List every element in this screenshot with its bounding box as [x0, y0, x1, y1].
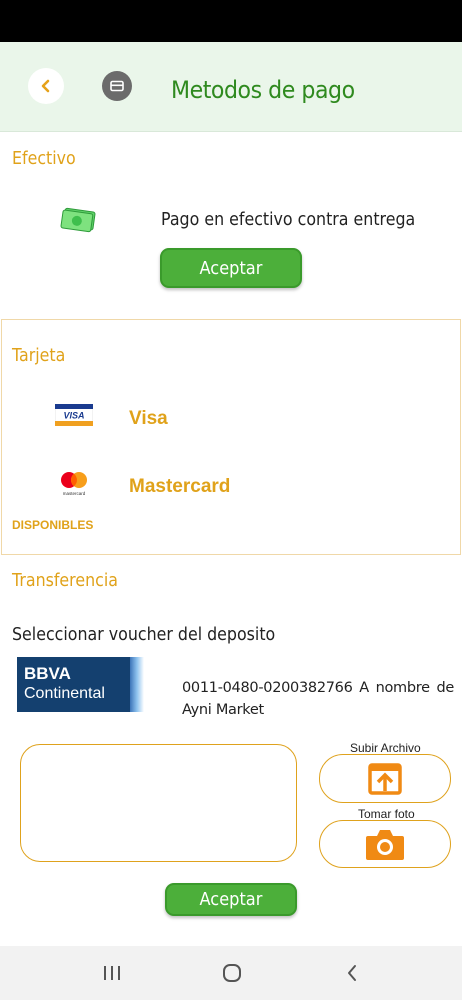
voucher-label: Seleccionar voucher del deposito: [12, 624, 276, 645]
camera-icon: [366, 830, 404, 860]
status-bar: [0, 0, 462, 42]
efectivo-accept-button[interactable]: Aceptar: [160, 248, 302, 288]
home-button[interactable]: [220, 960, 244, 986]
upload-file-button[interactable]: [319, 754, 451, 803]
tarjeta-title: Tarjeta: [12, 345, 66, 366]
card-button[interactable]: [102, 71, 132, 101]
account-info: 0011-0480-0200382766 A nombre de Ayni Ma…: [182, 680, 454, 718]
system-nav-bar: [0, 946, 462, 1000]
transferencia-accept-button[interactable]: Aceptar: [165, 883, 297, 916]
visa-logo-text: VISA: [63, 411, 84, 421]
upload-label: Subir Archivo: [350, 741, 421, 755]
mastercard-label: Mastercard: [129, 476, 231, 497]
transferencia-accept-label: Aceptar: [199, 889, 263, 910]
transferencia-title: Transferencia: [12, 570, 118, 591]
nav-back-button[interactable]: [342, 960, 362, 986]
cash-icon: [60, 207, 96, 233]
visa-logo: VISA: [55, 404, 93, 426]
back-icon: [348, 965, 356, 981]
recent-apps-button[interactable]: [101, 960, 123, 986]
bbva-logo: BBVA Continental: [17, 657, 144, 712]
photo-label: Tomar foto: [358, 807, 415, 821]
efectivo-title: Efectivo: [12, 148, 76, 169]
bbva-logo-stripe: [130, 657, 144, 712]
mastercard-logo: mastercard: [61, 472, 87, 496]
visa-label: Visa: [129, 408, 168, 429]
chevron-left-icon: [41, 79, 50, 93]
efectivo-accept-label: Aceptar: [199, 257, 263, 279]
mastercard-logo-text: mastercard: [63, 491, 86, 496]
recent-apps-icon: [104, 966, 120, 980]
voucher-preview[interactable]: [20, 744, 297, 862]
status-badge: DISPONIBLES: [12, 518, 94, 532]
take-photo-button[interactable]: [319, 820, 451, 868]
cash-description: Pago en efectivo contra entrega: [161, 209, 416, 230]
bbva-logo-line1: BBVA: [24, 664, 71, 683]
upload-icon: [368, 762, 402, 795]
bbva-logo-line2: Continental: [24, 685, 105, 702]
back-button[interactable]: [28, 68, 64, 104]
page-title: Metodos de pago: [171, 76, 355, 104]
credit-card-icon: [110, 80, 124, 92]
header: Metodos de pago: [0, 42, 462, 132]
home-icon: [223, 964, 241, 982]
